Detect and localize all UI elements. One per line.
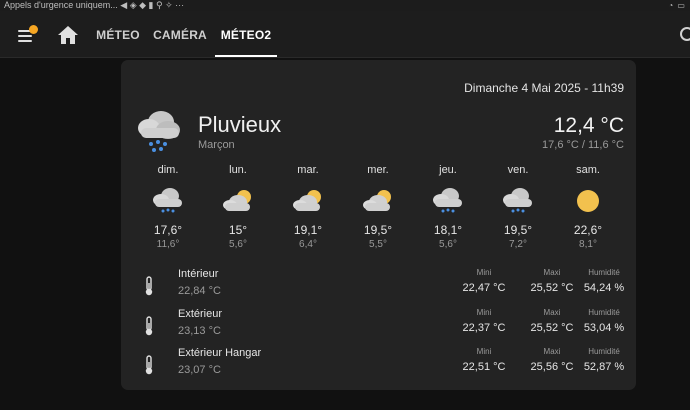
sensor-row[interactable]: Extérieur Hangar 23,07 °C Mini 22,51 °C …	[121, 347, 636, 383]
min-label: Mini	[476, 268, 492, 277]
forecast-high: 19,5°	[363, 223, 393, 237]
sensor-name: Extérieur Hangar	[178, 347, 262, 359]
weather-card[interactable]: Dimanche 4 Mai 2025 - 11h39 Pluvieux Mar…	[121, 60, 636, 390]
humidity-value: 54,24 %	[583, 282, 625, 294]
sensor-name: Extérieur	[178, 308, 223, 320]
forecast-day: sam. 22,6° 8,1°	[553, 164, 623, 250]
min-value: 22,51 °C	[462, 361, 506, 373]
min-label: Mini	[476, 308, 492, 317]
forecast-day: dim. 17,6° 11,6°	[133, 164, 203, 250]
active-tab-indicator	[215, 55, 277, 57]
current-condition: Pluvieux	[198, 112, 282, 137]
notification-dot-icon	[29, 25, 38, 34]
humidity-value: 53,04 %	[583, 322, 625, 334]
search-icon[interactable]	[680, 27, 690, 41]
location-name: Marçon	[198, 139, 235, 151]
sensor-min: Mini 22,51 °C	[449, 347, 519, 373]
forecast-low: 11,6°	[156, 239, 180, 250]
sensor-row[interactable]: Intérieur 22,84 °C Mini 22,47 °C Maxi 25…	[121, 268, 636, 304]
forecast-high: 18,1°	[433, 223, 463, 237]
partly-cloudy-icon	[293, 190, 321, 211]
forecast-day-name: sam.	[576, 164, 600, 176]
sensor-humidity: Humidité 52,87 %	[569, 347, 639, 373]
sensor-humidity: Humidité 53,04 %	[569, 308, 639, 334]
forecast-day: jeu. 18,1° 5,6°	[413, 164, 483, 250]
forecast-day-name: ven.	[507, 164, 529, 176]
forecast-day: ven. 19,5° 7,2°	[483, 164, 553, 250]
home-icon	[58, 26, 78, 44]
rainy-icon	[503, 188, 532, 213]
sensor-min: Mini 22,37 °C	[449, 308, 519, 334]
thermometer-icon	[145, 355, 153, 375]
system-icons: ◔ ▭	[668, 1, 686, 10]
rainy-icon	[153, 188, 182, 213]
forecast-low: 5,5°	[369, 239, 387, 250]
status-text: Appels d'urgence uniquem... ◀ ◈ ◆ ▮ ⚲ ✧ …	[4, 0, 185, 10]
forecast-day-name: lun.	[229, 164, 247, 176]
weather-datetime: Dimanche 4 Mai 2025 - 11h39	[464, 81, 624, 95]
forecast-low: 6,4°	[299, 239, 317, 250]
forecast-high: 22,6°	[573, 223, 603, 237]
forecast-day-name: jeu.	[439, 164, 457, 176]
thermometer-icon	[145, 276, 153, 296]
forecast-day: mer. 19,5° 5,5°	[343, 164, 413, 250]
forecast-high: 15°	[228, 223, 248, 237]
forecast-low: 5,6°	[229, 239, 247, 250]
min-value: 22,47 °C	[462, 282, 506, 294]
tab-meteo2[interactable]: MÉTEO2	[215, 22, 277, 58]
forecast-low: 7,2°	[509, 239, 527, 250]
forecast-high: 19,5°	[503, 223, 533, 237]
menu-button[interactable]	[14, 24, 40, 46]
temperature-range: 17,6 °C / 11,6 °C	[542, 139, 624, 151]
forecast-day-name: dim.	[157, 164, 179, 176]
sensor-value: 23,13 °C	[178, 325, 221, 337]
tab-camera[interactable]: CAMÉRA	[152, 22, 208, 58]
min-value: 22,37 °C	[462, 322, 506, 334]
sensor-name: Intérieur	[178, 268, 219, 280]
thermometer-icon	[145, 316, 153, 336]
min-label: Mini	[476, 347, 492, 356]
sensor-humidity: Humidité 54,24 %	[569, 268, 639, 294]
sunny-icon	[577, 190, 599, 212]
home-button[interactable]	[57, 25, 79, 45]
forecast-day-name: mer.	[367, 164, 389, 176]
sensor-value: 23,07 °C	[178, 364, 221, 376]
forecast-high: 17,6°	[153, 223, 183, 237]
rainy-icon	[138, 111, 180, 152]
forecast-high: 19,1°	[293, 223, 323, 237]
current-temperature: 12,4 °C	[553, 114, 624, 137]
humidity-label: Humidité	[588, 347, 620, 356]
sensor-min: Mini 22,47 °C	[449, 268, 519, 294]
partly-cloudy-icon	[223, 190, 251, 211]
forecast-low: 8,1°	[579, 239, 597, 250]
partly-cloudy-icon	[363, 190, 391, 211]
system-status-bar: Appels d'urgence uniquem... ◀ ◈ ◆ ▮ ⚲ ✧ …	[0, 0, 690, 11]
humidity-label: Humidité	[588, 308, 620, 317]
rainy-icon	[433, 188, 462, 213]
humidity-label: Humidité	[588, 268, 620, 277]
top-app-bar: MÉTEO CAMÉRA MÉTEO2	[0, 11, 690, 58]
forecast-low: 5,6°	[439, 239, 457, 250]
forecast-day: lun. 15° 5,6°	[203, 164, 273, 250]
sensor-value: 22,84 °C	[178, 285, 221, 297]
forecast-day-name: mar.	[297, 164, 319, 176]
tab-meteo[interactable]: MÉTEO	[92, 22, 144, 58]
humidity-value: 52,87 %	[583, 361, 625, 373]
sensor-row[interactable]: Extérieur 23,13 °C Mini 22,37 °C Maxi 25…	[121, 308, 636, 344]
forecast-day: mar. 19,1° 6,4°	[273, 164, 343, 250]
